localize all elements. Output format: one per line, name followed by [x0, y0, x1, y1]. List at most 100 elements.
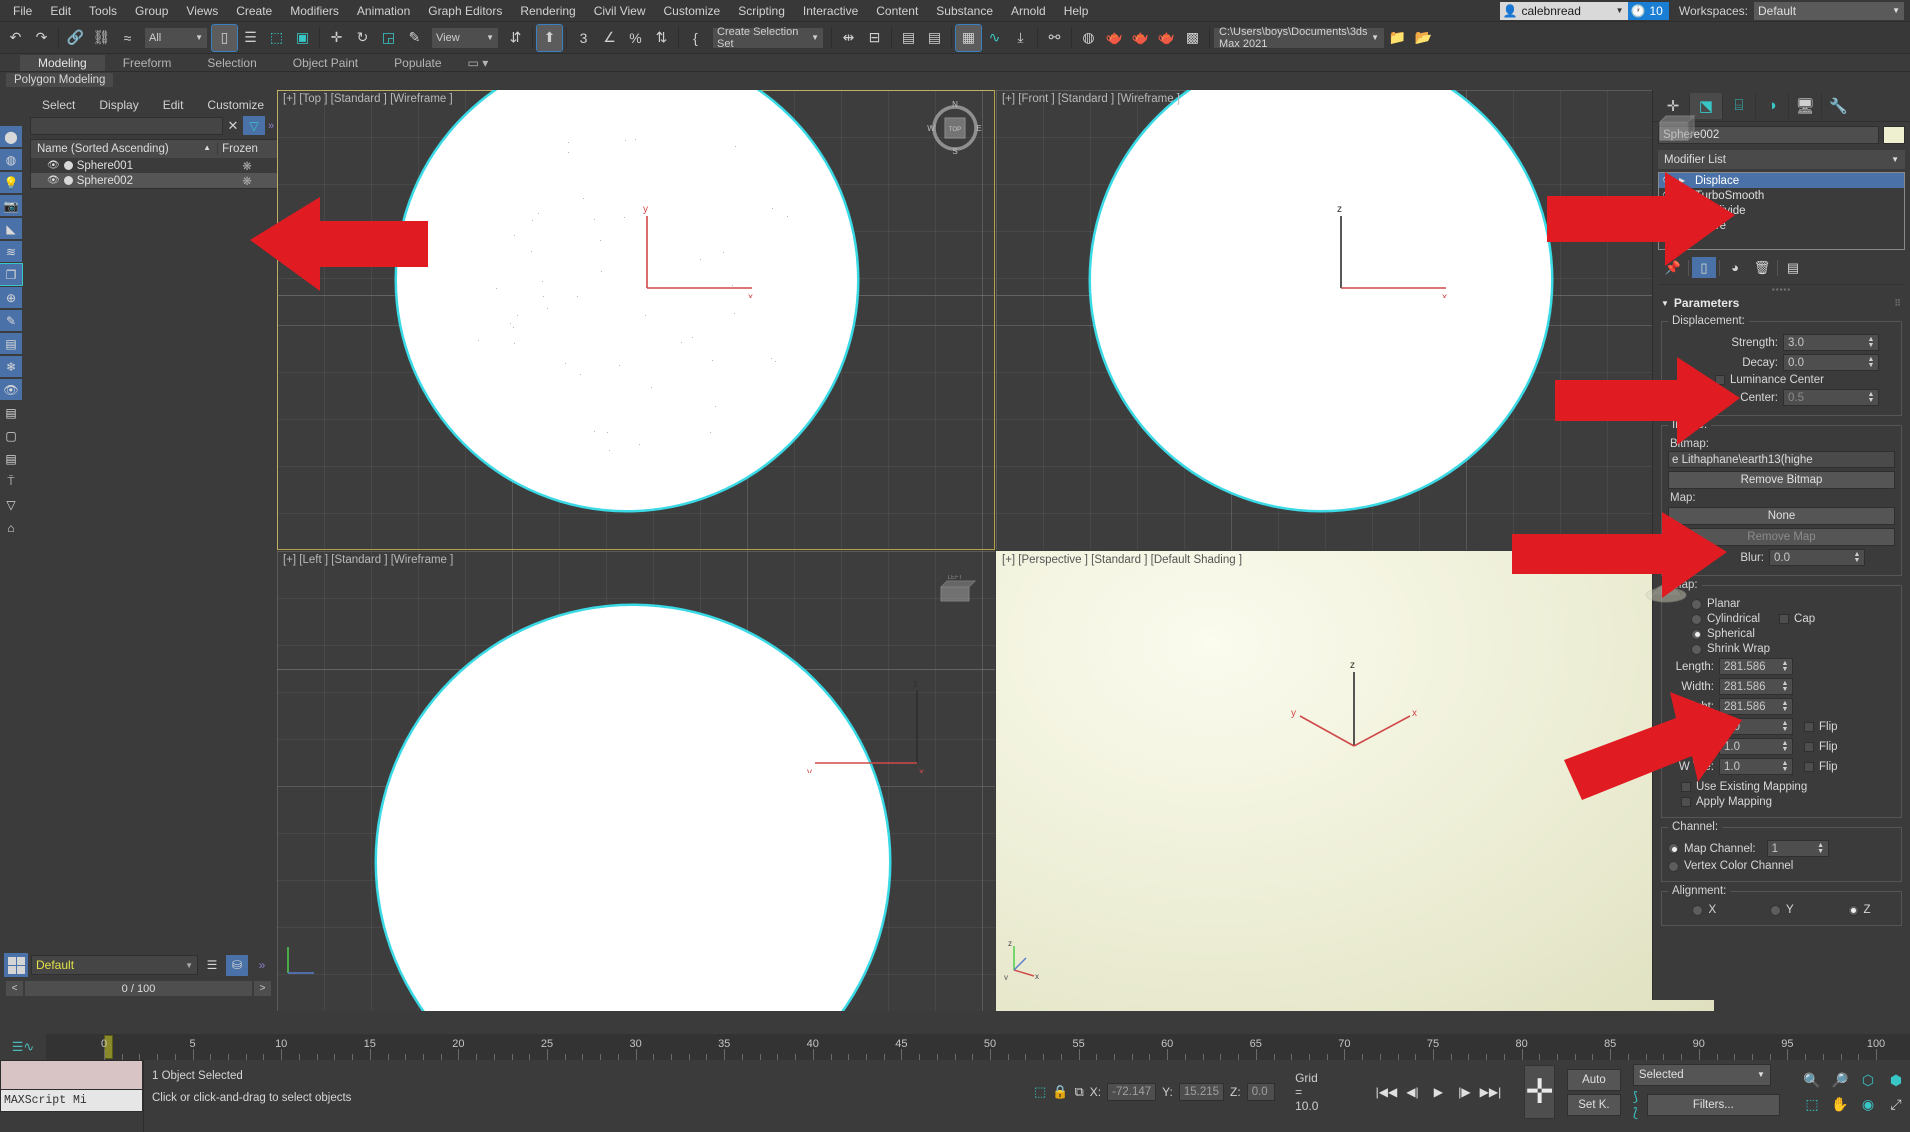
- scene-explorer-toggle-icon[interactable]: ⛁: [226, 955, 248, 976]
- select-by-name-icon[interactable]: ☰: [238, 25, 263, 51]
- use-existing-mapping-checkbox[interactable]: [1681, 782, 1691, 792]
- table-row[interactable]: 👁 Sphere002 ❋: [31, 173, 277, 188]
- clear-search-icon[interactable]: ✕: [226, 118, 240, 134]
- frozen-cell[interactable]: ❋: [217, 159, 277, 173]
- maxscript-mini-listener[interactable]: MAXScript Mi: [0, 1060, 144, 1132]
- v-tile-spinner[interactable]: 1.0 ▲▼: [1719, 738, 1793, 755]
- vertex-color-channel-row[interactable]: Vertex Color Channel: [1668, 860, 1895, 872]
- current-layer-field[interactable]: Default ▼: [31, 955, 198, 975]
- align-y-option[interactable]: Y: [1770, 904, 1794, 916]
- select-object-icon[interactable]: ▯: [212, 25, 237, 51]
- percent-snap-icon[interactable]: %: [623, 25, 648, 51]
- list-view-icon[interactable]: ▤: [0, 402, 22, 423]
- ribbon-tab-populate[interactable]: Populate: [376, 55, 459, 71]
- spinner-arrows-icon[interactable]: ▲▼: [1852, 552, 1862, 564]
- groups-filter-icon[interactable]: ❐: [0, 264, 22, 285]
- align-z-radio[interactable]: [1848, 905, 1859, 916]
- lock-icon[interactable]: ⌂: [0, 517, 22, 538]
- rendered-frame-window-icon[interactable]: 🫖: [1154, 25, 1179, 51]
- menu-item-content[interactable]: Content: [867, 2, 927, 20]
- modifier-stack-item-subdivide[interactable]: 👁 Subdivide: [1659, 203, 1904, 218]
- viewport-top[interactable]: y x [+] [Top ] [Standard ] [Wireframe ] …: [277, 90, 995, 550]
- window-crossing-icon[interactable]: ▣: [290, 25, 315, 51]
- column-header-frozen[interactable]: Frozen: [217, 143, 277, 155]
- bones-filter-icon[interactable]: ✎: [0, 310, 22, 331]
- menu-item-create[interactable]: Create: [227, 2, 281, 20]
- edit-named-selection-icon[interactable]: {: [683, 25, 708, 51]
- hierarchy-tab[interactable]: ⌸: [1723, 93, 1756, 119]
- render-to-texture-icon[interactable]: ▩: [1180, 25, 1205, 51]
- angle-snap-icon[interactable]: ∠: [597, 25, 622, 51]
- display-tab[interactable]: 🖥: [1789, 93, 1822, 119]
- render-setup-icon[interactable]: 🫖: [1102, 25, 1127, 51]
- explorer-menu-select[interactable]: Select: [30, 96, 87, 114]
- frozen-cell[interactable]: ❋: [217, 174, 277, 188]
- cap-checkbox[interactable]: [1779, 614, 1789, 624]
- menu-item-rendering[interactable]: Rendering: [511, 2, 584, 20]
- strength-spinner[interactable]: 3.0 ▲▼: [1783, 334, 1879, 351]
- map-cylindrical-row[interactable]: Cylindrical Cap: [1668, 613, 1895, 625]
- explorer-menu-display[interactable]: Display: [87, 96, 150, 114]
- view-cube-left[interactable]: LEFT: [927, 561, 983, 617]
- align-y-radio[interactable]: [1770, 905, 1781, 916]
- search-filter-icon[interactable]: ▽: [243, 116, 265, 135]
- map-channel-row[interactable]: Map Channel: 1 ▲▼: [1668, 840, 1895, 857]
- previous-frame-button[interactable]: <: [6, 981, 23, 996]
- expand-chevron-icon[interactable]: »: [251, 955, 273, 976]
- material-editor-icon[interactable]: ◍: [1076, 25, 1101, 51]
- render-production-icon[interactable]: 🫖: [1128, 25, 1153, 51]
- spinner-arrows-icon[interactable]: ▲▼: [1780, 661, 1790, 673]
- next-frame-button[interactable]: >: [254, 981, 271, 996]
- expand-triangle-icon[interactable]: ▶: [1679, 176, 1689, 185]
- layer-explorer-icon[interactable]: ▤: [896, 25, 921, 51]
- remove-bitmap-button[interactable]: Remove Bitmap: [1668, 471, 1895, 489]
- menu-item-graph-editors[interactable]: Graph Editors: [419, 2, 511, 20]
- decay-spinner[interactable]: 0.0 ▲▼: [1783, 354, 1879, 371]
- cameras-filter-icon[interactable]: 📷: [0, 195, 22, 216]
- view-cube-top[interactable]: TOP N S W E: [927, 100, 983, 156]
- modifier-stack-item-displace[interactable]: 👁 ▶ Displace: [1659, 173, 1904, 188]
- shapes-filter-icon[interactable]: ◍: [0, 149, 22, 170]
- view-cube-perspective[interactable]: [1638, 561, 1694, 617]
- map-shrinkwrap-row[interactable]: Shrink Wrap: [1668, 643, 1895, 655]
- explorer-menu-edit[interactable]: Edit: [151, 96, 196, 114]
- use-existing-mapping-row[interactable]: Use Existing Mapping: [1668, 781, 1895, 793]
- select-and-rotate-icon[interactable]: ↻: [350, 25, 375, 51]
- eye-icon[interactable]: 👁: [1662, 175, 1675, 186]
- use-pivot-center-icon[interactable]: ⇵: [503, 25, 528, 51]
- parameters-rollout-header[interactable]: ▼ Parameters ⠿: [1653, 293, 1910, 312]
- luminance-center-checkbox[interactable]: [1715, 375, 1725, 385]
- blur-spinner[interactable]: 0.0 ▲▼: [1769, 549, 1865, 566]
- layer-stack-icon[interactable]: ☰: [201, 955, 223, 976]
- menu-item-help[interactable]: Help: [1055, 2, 1098, 20]
- explorer-menu-customize[interactable]: Customize: [195, 96, 276, 114]
- viewport-perspective[interactable]: z y x z x y [+] [Perspective ] [Standard…: [996, 551, 1714, 1011]
- select-and-move-icon[interactable]: ✛: [324, 25, 349, 51]
- spinner-snap-icon[interactable]: ⇅: [649, 25, 674, 51]
- spinner-arrows-icon[interactable]: ▲▼: [1816, 843, 1826, 855]
- time-ruler[interactable]: ☰∿ 0510152025303540455055606570758085909…: [0, 1034, 1910, 1060]
- layer-manager-icon[interactable]: [4, 953, 28, 977]
- utilities-tab[interactable]: 🔧: [1822, 93, 1855, 119]
- menu-item-edit[interactable]: Edit: [41, 2, 80, 20]
- w-flip-checkbox[interactable]: [1804, 762, 1814, 772]
- visibility-filter-icon[interactable]: 👁: [0, 379, 22, 400]
- scene-explorer-search-input[interactable]: [30, 117, 223, 135]
- remove-map-button[interactable]: Remove Map: [1668, 528, 1895, 546]
- map-channel-radio[interactable]: [1668, 843, 1679, 854]
- user-account-button[interactable]: 👤 calebnread ▼: [1500, 2, 1628, 20]
- spinner-arrows-icon[interactable]: ▲▼: [1866, 337, 1876, 349]
- spinner-arrows-icon[interactable]: ▲▼: [1780, 761, 1790, 773]
- menu-item-civil-view[interactable]: Civil View: [585, 2, 655, 20]
- space-warps-filter-icon[interactable]: ≋: [0, 241, 22, 262]
- ribbon-display-options-icon[interactable]: ▭ ▾: [460, 55, 497, 71]
- modifier-stack-item-turbosmooth[interactable]: 👁 TurboSmooth: [1659, 188, 1904, 203]
- particle-view-icon[interactable]: ⚯: [1042, 25, 1067, 51]
- reference-coordinate-select[interactable]: View ▼: [432, 28, 498, 48]
- make-unique-icon[interactable]: ◕: [1723, 257, 1747, 278]
- menu-item-substance[interactable]: Substance: [927, 2, 1002, 20]
- width-spinner[interactable]: 281.586 ▲▼: [1719, 678, 1793, 695]
- vertex-color-channel-radio[interactable]: [1668, 861, 1679, 872]
- center-spinner[interactable]: 0.5 ▲▼: [1783, 389, 1879, 406]
- motion-tab[interactable]: ◑: [1756, 93, 1789, 119]
